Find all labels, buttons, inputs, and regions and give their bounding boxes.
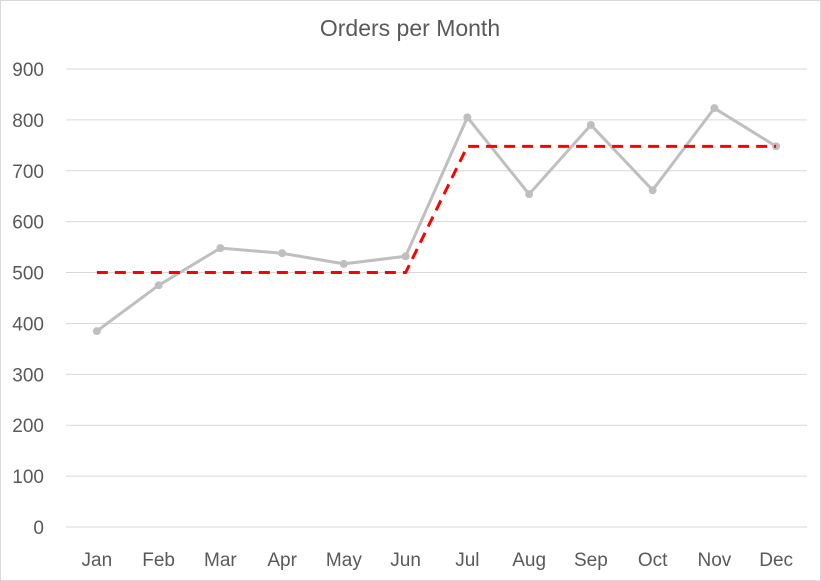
data-point bbox=[463, 113, 472, 122]
data-point bbox=[154, 281, 163, 290]
y-tick-label: 100 bbox=[12, 467, 44, 488]
y-tick-label: 0 bbox=[33, 518, 44, 539]
x-axis-ticks: Jan Feb Mar Apr May Jun Jul Aug Sep Oct Nov Dec bbox=[82, 550, 793, 571]
series-group bbox=[92, 104, 781, 336]
data-point bbox=[710, 104, 719, 113]
y-tick-label: 200 bbox=[12, 416, 44, 437]
gridlines bbox=[66, 68, 807, 528]
x-tick-label: Jun bbox=[390, 550, 421, 571]
y-axis-ticks: 0 100 200 300 400 500 600 700 800 900 bbox=[12, 60, 44, 539]
y-tick-label: 600 bbox=[12, 213, 44, 234]
x-tick-label: Sep bbox=[574, 550, 608, 571]
x-tick-label: Dec bbox=[759, 550, 793, 571]
y-tick-label: 500 bbox=[12, 264, 44, 285]
x-tick-label: Oct bbox=[638, 550, 668, 571]
y-tick-label: 900 bbox=[12, 60, 44, 81]
data-point bbox=[339, 259, 348, 268]
x-tick-label: Feb bbox=[142, 550, 175, 571]
y-tick-label: 400 bbox=[12, 314, 44, 335]
data-point bbox=[648, 186, 657, 195]
x-tick-label: Jan bbox=[82, 550, 113, 571]
x-tick-label: Nov bbox=[697, 550, 731, 571]
data-point bbox=[92, 327, 101, 336]
x-tick-label: Jul bbox=[455, 550, 479, 571]
x-tick-label: Apr bbox=[267, 550, 297, 571]
x-tick-label: Mar bbox=[204, 550, 237, 571]
series-line-orders bbox=[95, 106, 777, 333]
y-tick-label: 700 bbox=[12, 162, 44, 183]
data-point bbox=[401, 252, 410, 261]
chart-title: Orders per Month bbox=[320, 15, 500, 41]
x-tick-label: May bbox=[326, 550, 362, 571]
line-chart: Orders per Month 0 100 200 300 400 500 600 700 8… bbox=[12, 15, 807, 571]
y-tick-label: 300 bbox=[12, 365, 44, 386]
data-point bbox=[278, 249, 287, 258]
data-point bbox=[525, 190, 534, 199]
x-tick-label: Aug bbox=[512, 550, 546, 571]
data-point bbox=[586, 120, 595, 129]
series-line-average bbox=[96, 144, 777, 275]
y-tick-label: 800 bbox=[12, 111, 44, 132]
data-point bbox=[216, 244, 225, 253]
